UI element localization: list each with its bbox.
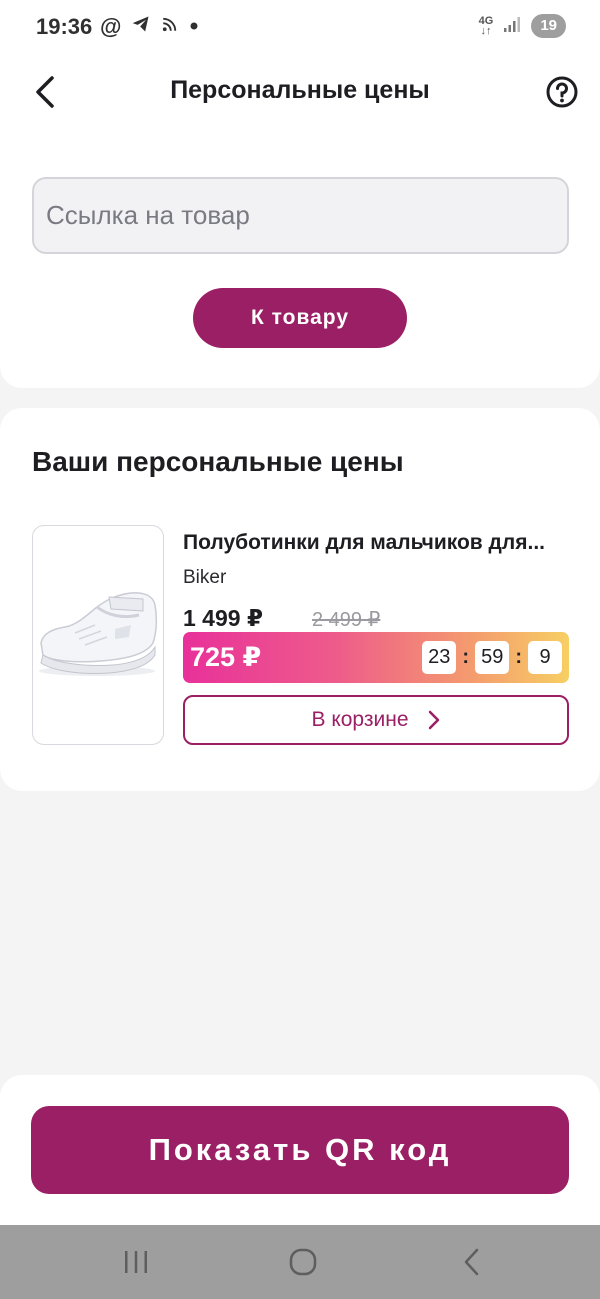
back-icon: [464, 1248, 479, 1276]
product-link-input[interactable]: [32, 177, 569, 254]
timer-seconds: 9: [528, 641, 562, 674]
telegram-icon: [131, 14, 151, 39]
page-title: Персональные цены: [170, 76, 430, 104]
status-icons-right: 4G ↓↑ 19: [479, 14, 566, 38]
dot-icon: [189, 18, 199, 36]
timer-separator: :: [515, 646, 522, 668]
to-product-button[interactable]: К товару: [193, 288, 407, 348]
link-card: К товару: [0, 136, 600, 388]
timer-minutes: 59: [475, 641, 510, 674]
product-old-price: 2 499 ₽: [312, 609, 381, 631]
system-back-button[interactable]: [452, 1242, 492, 1282]
status-time: 19:36: [36, 14, 93, 39]
signal-icon: [503, 16, 521, 37]
section-title: Ваши персональные цены: [32, 446, 404, 477]
product-image[interactable]: [32, 525, 164, 745]
home-icon: [289, 1248, 317, 1276]
network-label: 4G: [478, 15, 494, 27]
show-qr-button[interactable]: Показать QR код: [31, 1106, 569, 1194]
at-icon: @: [100, 13, 122, 39]
home-button[interactable]: [283, 1242, 323, 1282]
product-name[interactable]: Полуботинки для мальчиков для...: [183, 531, 573, 555]
personal-price-bar: 725 ₽ 23 : 59 : 9: [183, 632, 569, 683]
status-bar: 19:36 @ 4G ↓↑ 19: [0, 0, 600, 56]
notification-badge: 19: [531, 14, 566, 38]
product-brand: Biker: [183, 567, 227, 588]
white-sneaker-image: [39, 592, 158, 676]
in-cart-label: В корзине: [311, 708, 409, 731]
timer-separator: :: [462, 646, 470, 668]
bottom-panel: Показать QR код: [0, 1075, 600, 1225]
in-cart-button[interactable]: В корзине: [183, 695, 569, 745]
system-nav-bar: [0, 1225, 600, 1299]
cast-icon: [161, 15, 179, 38]
timer-hours: 23: [422, 641, 457, 674]
question-circle-icon: [546, 76, 578, 108]
network-4g-icon: 4G ↓↑: [478, 15, 494, 37]
chevron-right-icon: [428, 710, 439, 730]
header: Персональные цены: [0, 56, 600, 136]
product-price: 1 499 ₽: [183, 605, 263, 631]
recents-button[interactable]: [116, 1242, 156, 1282]
personal-price: 725 ₽: [190, 642, 262, 672]
help-button[interactable]: [544, 72, 580, 112]
status-icons-left: @: [100, 14, 199, 39]
countdown-timer: 23 : 59 : 9: [422, 641, 562, 674]
recents-icon: [125, 1251, 147, 1273]
personal-prices-card: Ваши персональные цены Полуботинки для м…: [0, 408, 600, 791]
